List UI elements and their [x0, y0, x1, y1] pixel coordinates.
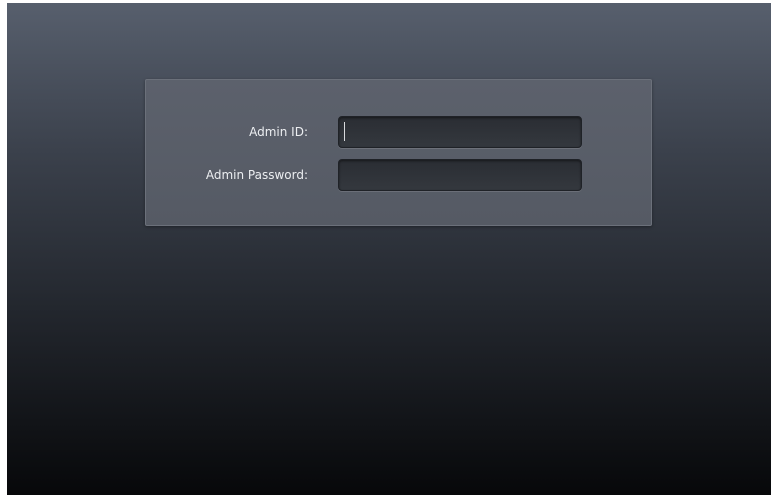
admin-id-label: Admin ID: — [249, 125, 308, 139]
login-screen: Admin ID: Admin Password: — [7, 3, 771, 495]
admin-password-label: Admin Password: — [205, 168, 308, 182]
admin-password-row: Admin Password: — [146, 159, 651, 191]
login-panel: Admin ID: Admin Password: — [145, 79, 652, 226]
admin-password-input[interactable] — [338, 159, 582, 191]
admin-id-row: Admin ID: — [146, 116, 651, 148]
admin-id-input[interactable] — [338, 116, 582, 148]
